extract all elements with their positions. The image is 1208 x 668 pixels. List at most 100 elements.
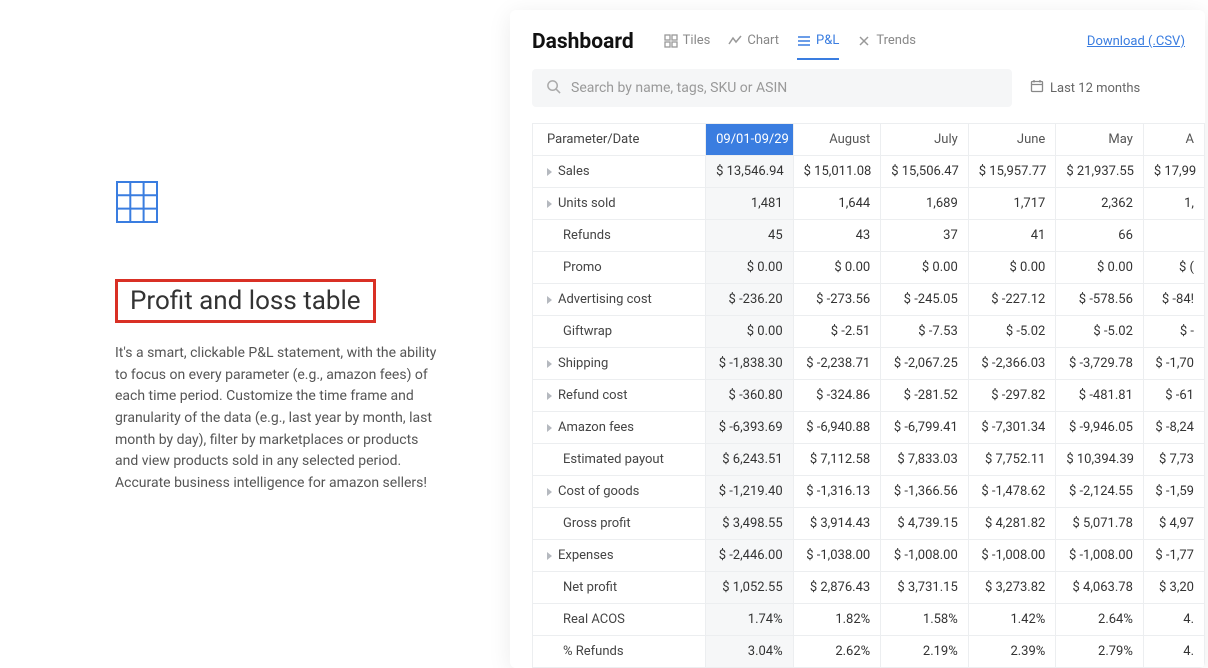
row-label-text: Giftwrap <box>563 324 612 339</box>
table-row[interactable]: Giftwrap$ 0.00$ -2.51$ -7.53$ -5.02$ -5.… <box>533 316 1205 348</box>
table-row[interactable]: Promo$ 0.00$ 0.00$ 0.00$ 0.00$ 0.00$ ( <box>533 252 1205 284</box>
row-label[interactable]: Real ACOS <box>533 604 706 636</box>
col-header-3[interactable]: June <box>968 124 1056 156</box>
row-label[interactable]: Refund cost <box>533 380 706 412</box>
cell: $ -1,219.40 <box>706 476 794 508</box>
cell: $ 17,99 <box>1143 156 1204 188</box>
cell: $ -245.05 <box>881 284 969 316</box>
cell: $ 15,957.77 <box>968 156 1056 188</box>
cell: $ 15,011.08 <box>793 156 881 188</box>
cell: $ 3,731.15 <box>881 572 969 604</box>
row-label[interactable]: Amazon fees <box>533 412 706 444</box>
pl-table: Parameter/Date 09/01-09/29 August July J… <box>532 123 1205 668</box>
table-row[interactable]: Gross profit$ 3,498.55$ 3,914.43$ 4,739.… <box>533 508 1205 540</box>
date-range-picker[interactable]: Last 12 months <box>1022 69 1148 107</box>
cell: $ -8,24 <box>1143 412 1204 444</box>
calendar-icon <box>1030 79 1044 97</box>
cell: $ -9,946.05 <box>1056 412 1144 444</box>
cell: $ -5.02 <box>1056 316 1144 348</box>
cell: $ 0.00 <box>968 252 1056 284</box>
tab-tiles[interactable]: Tiles <box>664 33 711 60</box>
row-label[interactable]: Net profit <box>533 572 706 604</box>
cell: 2.19% <box>881 636 969 668</box>
tab-chart[interactable]: Chart <box>728 33 779 60</box>
cell: $ -7,301.34 <box>968 412 1056 444</box>
row-label[interactable]: Shipping <box>533 348 706 380</box>
cell: $ -6,799.41 <box>881 412 969 444</box>
cell: 4. <box>1143 636 1204 668</box>
row-label[interactable]: Refunds <box>533 220 706 252</box>
table-row[interactable]: Real ACOS1.74%1.82%1.58%1.42%2.64%4. <box>533 604 1205 636</box>
table-row[interactable]: Estimated payout$ 6,243.51$ 7,112.58$ 7,… <box>533 444 1205 476</box>
row-label[interactable]: Advertising cost <box>533 284 706 316</box>
tab-pl[interactable]: P&L <box>797 33 839 60</box>
row-label[interactable]: Sales <box>533 156 706 188</box>
table-row[interactable]: % Refunds3.04%2.62%2.19%2.39%2.79%4. <box>533 636 1205 668</box>
cell: $ 3,498.55 <box>706 508 794 540</box>
cell: $ 0.00 <box>881 252 969 284</box>
cell: $ -7.53 <box>881 316 969 348</box>
cell: 41 <box>968 220 1056 252</box>
cell <box>1143 220 1204 252</box>
col-header-1[interactable]: August <box>793 124 881 156</box>
row-label-text: Estimated payout <box>563 452 664 467</box>
table-row[interactable]: Amazon fees$ -6,393.69$ -6,940.88$ -6,79… <box>533 412 1205 444</box>
cell: 45 <box>706 220 794 252</box>
cell: $ -1,478.62 <box>968 476 1056 508</box>
table-row[interactable]: Shipping$ -1,838.30$ -2,238.71$ -2,067.2… <box>533 348 1205 380</box>
cell: $ -578.56 <box>1056 284 1144 316</box>
col-header-5[interactable]: A <box>1143 124 1204 156</box>
table-row[interactable]: Advertising cost$ -236.20$ -273.56$ -245… <box>533 284 1205 316</box>
row-label[interactable]: Gross profit <box>533 508 706 540</box>
cell: 2.79% <box>1056 636 1144 668</box>
expand-caret-icon[interactable] <box>547 552 552 560</box>
cell: 1.58% <box>881 604 969 636</box>
list-icon <box>797 34 811 48</box>
row-label-text: Amazon fees <box>558 420 634 435</box>
cell: 1.74% <box>706 604 794 636</box>
chart-icon <box>728 34 742 48</box>
col-header-2[interactable]: July <box>881 124 969 156</box>
table-row[interactable]: Units sold1,4811,6441,6891,7172,3621, <box>533 188 1205 220</box>
col-header-parameter[interactable]: Parameter/Date <box>533 124 706 156</box>
row-label[interactable]: Units sold <box>533 188 706 220</box>
cell: $ -227.12 <box>968 284 1056 316</box>
expand-caret-icon[interactable] <box>547 392 552 400</box>
cell: $ 7,112.58 <box>793 444 881 476</box>
cell: $ 7,73 <box>1143 444 1204 476</box>
table-row[interactable]: Expenses$ -2,446.00$ -1,038.00$ -1,008.0… <box>533 540 1205 572</box>
cell: $ -2,366.03 <box>968 348 1056 380</box>
expand-caret-icon[interactable] <box>547 488 552 496</box>
search-input[interactable]: Search by name, tags, SKU or ASIN <box>532 69 1012 107</box>
cell: $ -281.52 <box>881 380 969 412</box>
cell: 43 <box>793 220 881 252</box>
table-row[interactable]: Sales$ 13,546.94$ 15,011.08$ 15,506.47$ … <box>533 156 1205 188</box>
table-row[interactable]: Net profit$ 1,052.55$ 2,876.43$ 3,731.15… <box>533 572 1205 604</box>
download-csv-link[interactable]: Download (.CSV) <box>1087 34 1185 49</box>
cell: $ -2,238.71 <box>793 348 881 380</box>
col-header-0[interactable]: 09/01-09/29 <box>706 124 794 156</box>
row-label[interactable]: Cost of goods <box>533 476 706 508</box>
cell: $ -481.81 <box>1056 380 1144 412</box>
feature-heading: Profit and loss table <box>130 286 361 316</box>
cell: 3.04% <box>706 636 794 668</box>
table-row[interactable]: Refund cost$ -360.80$ -324.86$ -281.52$ … <box>533 380 1205 412</box>
cell: 1,689 <box>881 188 969 220</box>
expand-caret-icon[interactable] <box>547 296 552 304</box>
table-row[interactable]: Cost of goods$ -1,219.40$ -1,316.13$ -1,… <box>533 476 1205 508</box>
expand-caret-icon[interactable] <box>547 360 552 368</box>
col-header-4[interactable]: May <box>1056 124 1144 156</box>
cell: $ -2,067.25 <box>881 348 969 380</box>
table-row[interactable]: Refunds4543374166 <box>533 220 1205 252</box>
expand-caret-icon[interactable] <box>547 168 552 176</box>
row-label-text: Cost of goods <box>558 484 639 499</box>
row-label[interactable]: Giftwrap <box>533 316 706 348</box>
row-label[interactable]: Expenses <box>533 540 706 572</box>
tab-trends[interactable]: Trends <box>857 33 916 60</box>
cell: 1,481 <box>706 188 794 220</box>
row-label[interactable]: Promo <box>533 252 706 284</box>
row-label[interactable]: % Refunds <box>533 636 706 668</box>
expand-caret-icon[interactable] <box>547 200 552 208</box>
expand-caret-icon[interactable] <box>547 424 552 432</box>
row-label[interactable]: Estimated payout <box>533 444 706 476</box>
